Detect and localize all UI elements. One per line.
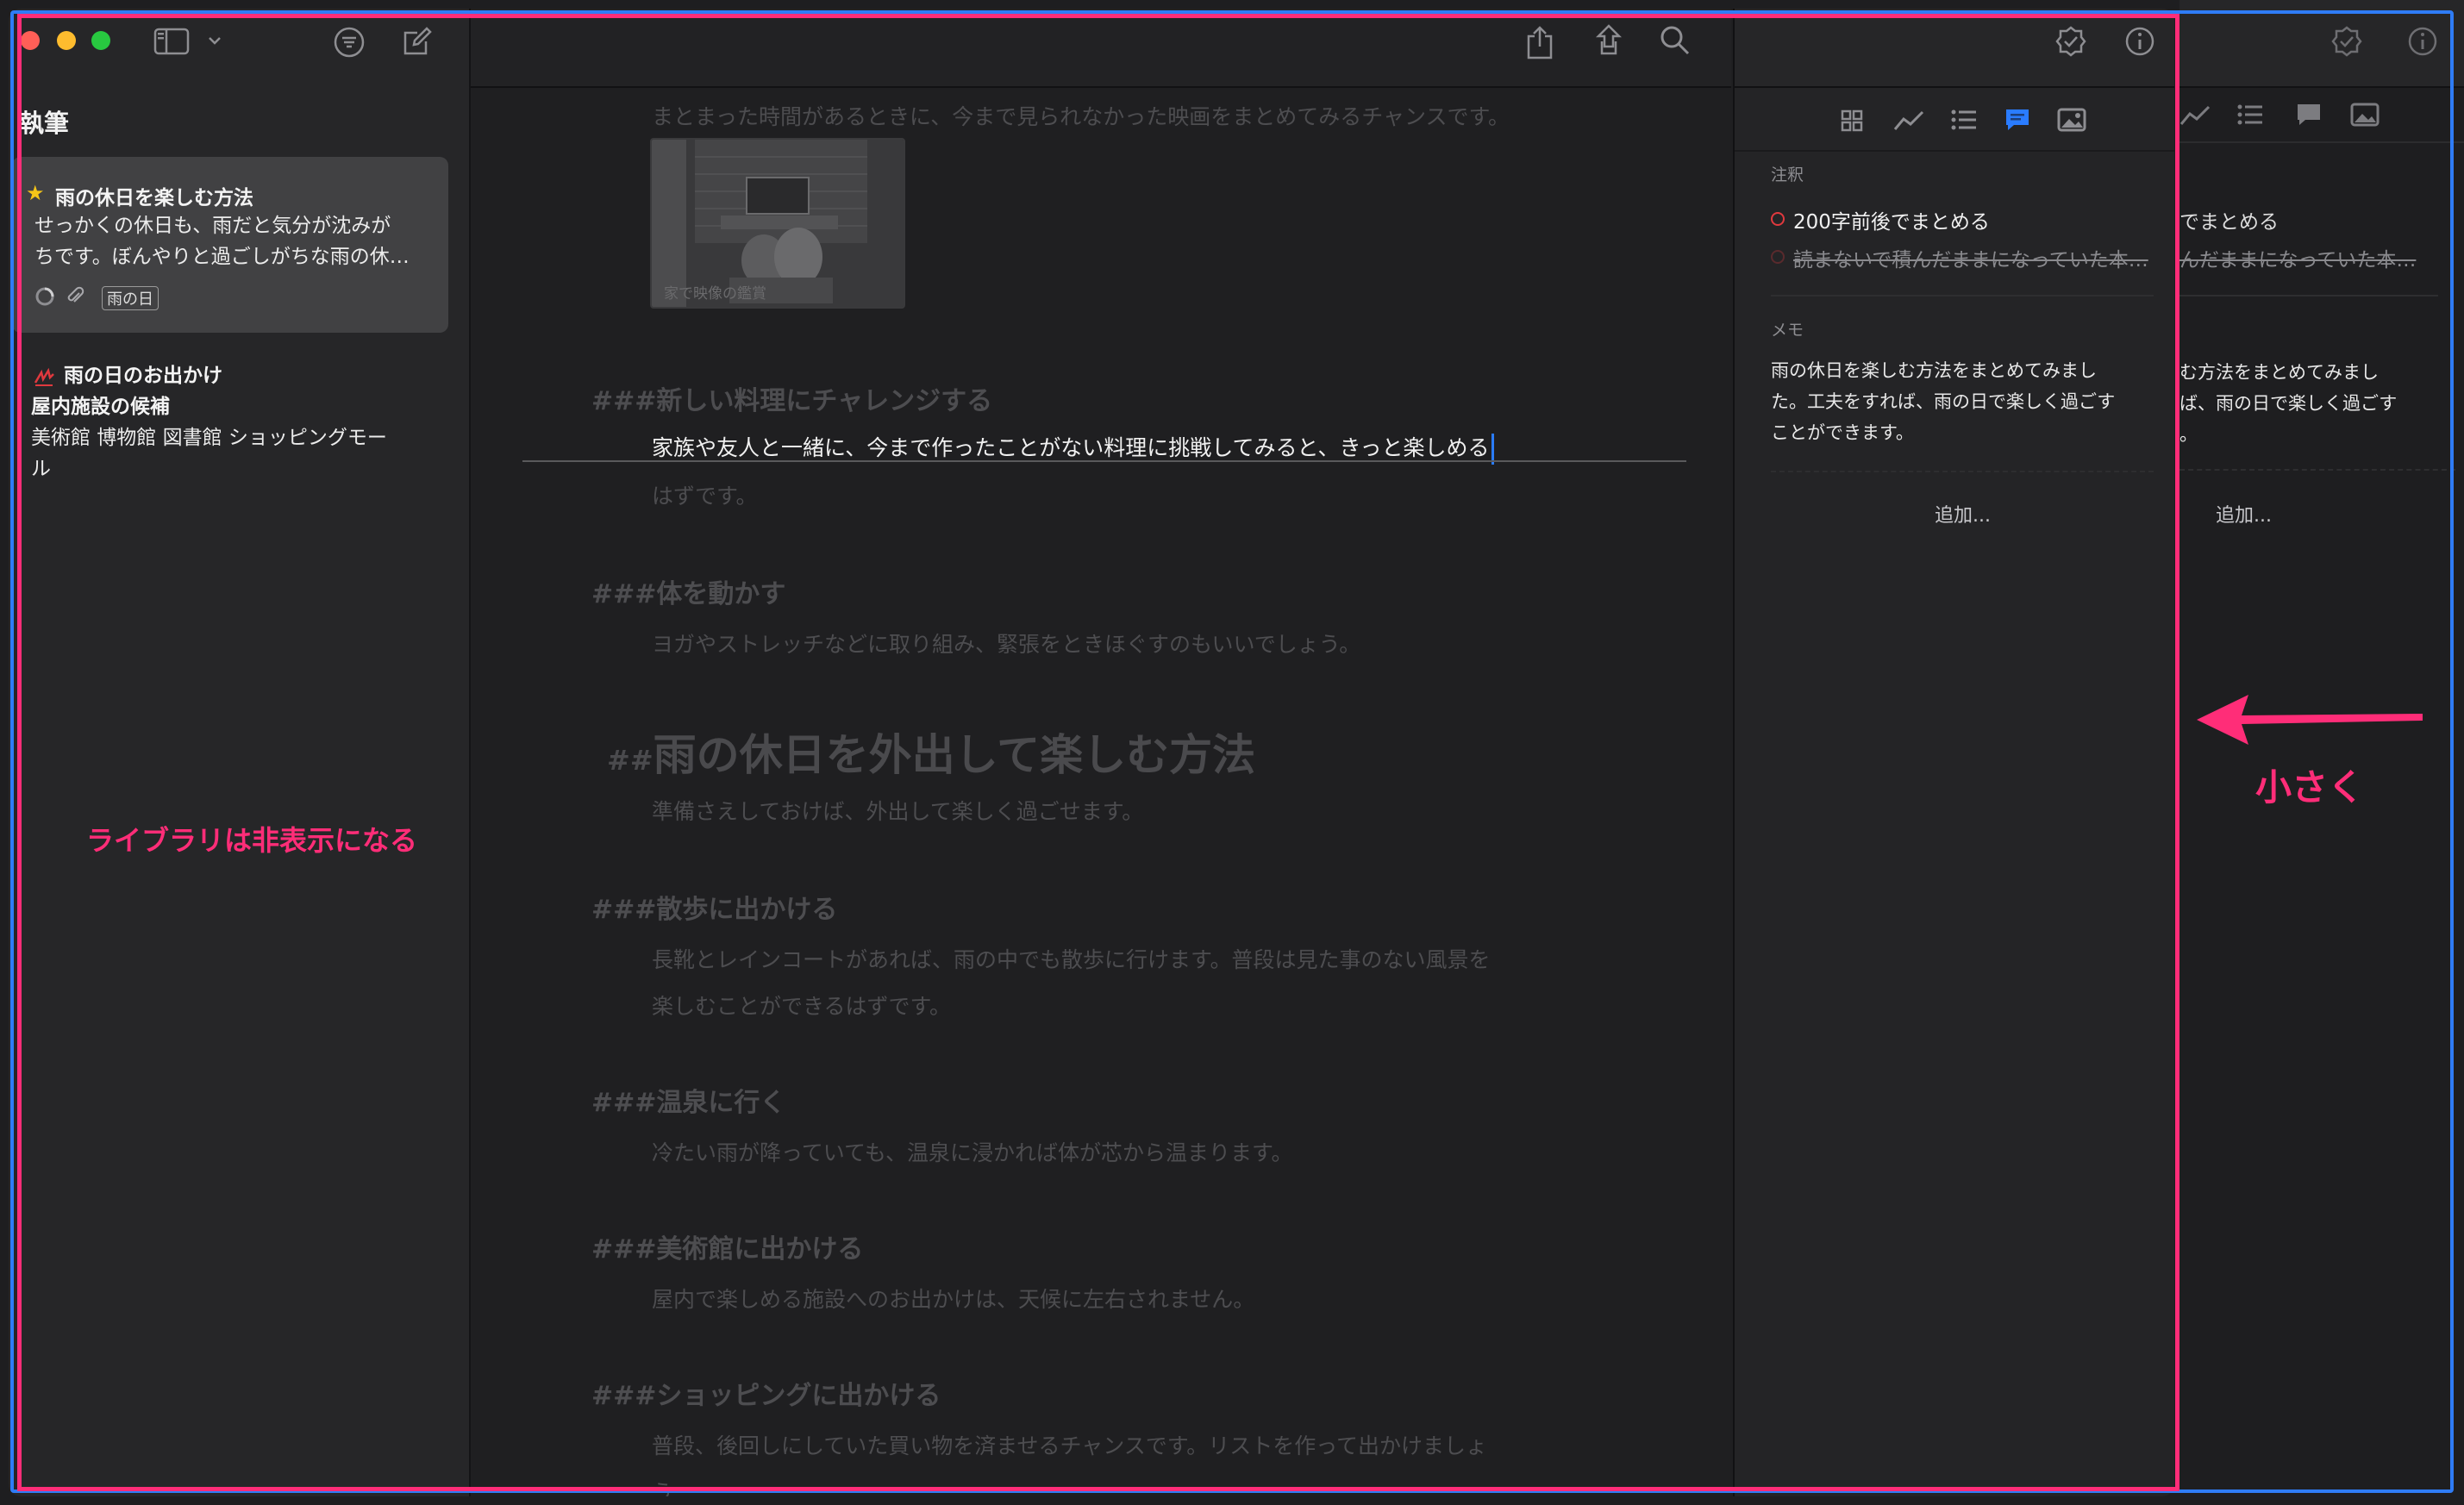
tag-badge[interactable]: 雨の日 [102, 286, 159, 310]
ghost-comment-icon [2298, 104, 2320, 125]
note-preview-2-cont: ル [31, 458, 51, 480]
library-hidden-annotation: ライブラリは非表示になる [86, 824, 418, 857]
sidebar-title: 執筆 [19, 109, 70, 138]
ghost-dashed-divider [2179, 469, 2455, 471]
section-heading: ###新しい料理にチャレンジする [591, 386, 993, 416]
paragraph: 長靴とレインコートがあれば、雨の中でも散歩に行けます。普段は見た事のない風景を [652, 947, 1491, 972]
section-heading: ###美術館に出かける [591, 1234, 864, 1265]
typewriter-focus-line [522, 460, 1686, 462]
note-subtitle-2: 屋内施設の候補 [31, 396, 170, 418]
ghost-info-icon [2408, 27, 2437, 56]
paragraph-continuation: 楽しむことができるはずです。 [652, 994, 952, 1019]
note-card[interactable]: 雨の日のお出かけ 屋内施設の候補 美術館 博物館 図書館 ショッピングモー ル [31, 360, 387, 484]
minimize-window-button[interactable] [57, 31, 76, 50]
tab-list-icon[interactable] [1950, 107, 1978, 133]
tab-chart-icon[interactable] [1893, 109, 1924, 133]
ghost-annotation-done: んだままになっていた本… [2179, 249, 2417, 272]
note-title-2: 雨の日のお出かけ [64, 365, 222, 387]
background-window-toolbar [2179, 0, 2464, 88]
progress-ring-icon [35, 287, 54, 306]
paragraph-continuation: う [652, 1480, 674, 1496]
memo-label: メモ [1771, 321, 1804, 340]
annotation-item[interactable]: 200字前後でまとめる [1793, 205, 1990, 234]
star-icon: ★ [26, 181, 45, 205]
share-icon[interactable] [1524, 24, 1555, 60]
smaller-annotation: 小さく [2255, 766, 2365, 809]
search-icon[interactable] [1659, 24, 1692, 57]
tab-grid-icon[interactable] [1840, 109, 1864, 133]
section-heading: ###ショッピングに出かける [591, 1381, 941, 1411]
annotation-status-icon-done[interactable] [1771, 250, 1785, 264]
sidebar-toggle-icon[interactable] [153, 28, 190, 55]
ghost-add-link: 追加... [2216, 505, 2272, 527]
divider [1771, 295, 2154, 297]
ghost-list-icon [2237, 104, 2262, 125]
intro-paragraph: まとまった時間があるときに、今まで見られなかった映画をまとめてみるチャンスです。 [652, 104, 1510, 129]
goal-badge-icon[interactable] [2054, 24, 2088, 59]
ghost-annotation-active: でまとめる [2179, 211, 2279, 234]
ghost-divider [2179, 295, 2438, 297]
chapter-heading: ##雨の休日を外出して楽しむ方法 [607, 730, 1256, 780]
app-window: 執筆 ★ 雨の休日を楽しむ方法 せっかくの休日も、雨だと気分が沈みが ちです。ぼ… [9, 9, 2174, 1496]
annotation-item-done[interactable]: 読まないで積んだままになっていた本… [1793, 243, 2148, 272]
annotation-status-icon[interactable] [1771, 212, 1785, 226]
section-heading: ###体を動かす [591, 579, 786, 609]
inspector-tabs [1735, 86, 2174, 152]
close-window-button[interactable] [21, 31, 40, 50]
paperclip-icon [67, 286, 84, 303]
paragraph-continuation: はずです。 [652, 484, 758, 509]
memo-text[interactable]: 雨の休日を楽しむ方法をまとめてみまし た。工夫をすれば、雨の日で楽しく過ごす こ… [1771, 355, 2115, 448]
chevron-down-icon[interactable] [207, 34, 222, 47]
paragraph: 冷たい雨が降っていても、温泉に浸かれば体が芯から温まります。 [652, 1140, 1293, 1165]
paragraph: 屋内で楽しめる施設へのお出かけは、天候に左右されません。 [652, 1287, 1255, 1312]
image-caption: 家で映像の鑑賞 [664, 285, 766, 303]
paragraph: 普段、後回しにしていた買い物を済ませるチャンスです。リストを作って出かけましょ [652, 1433, 1488, 1458]
note-title: 雨の休日を楽しむ方法 [55, 187, 253, 209]
tab-image-icon[interactable] [2057, 107, 2086, 133]
section-heading: ###温泉に行く [591, 1088, 786, 1118]
ghost-badge-check-icon [2331, 26, 2362, 57]
editor-toolbar [471, 9, 1731, 88]
inspector-toolbar [1735, 9, 2174, 88]
embedded-image[interactable]: 家で映像の鑑賞 [650, 138, 905, 309]
ghost-image-icon [2350, 103, 2380, 127]
note-card-selected[interactable]: ★ 雨の休日を楽しむ方法 せっかくの休日も、雨だと気分が沈みが ちです。ぼんやり… [12, 157, 448, 333]
inspector-pane: 注釈 200字前後でまとめる 読まないで積んだままになっていた本… メモ 雨の休… [1733, 9, 2174, 1496]
ghost-memo: む方法をまとめてみまし ば、雨の日で楽しく過ごす。 [2179, 362, 2398, 445]
editor-pane: まとまった時間があるときに、今まで見られなかった映画をまとめてみるチャンスです。… [471, 9, 1731, 1496]
compose-icon[interactable] [402, 26, 433, 57]
left-arrow-icon [2197, 695, 2423, 745]
ghost-chart-icon [2179, 105, 2211, 125]
tab-comment-icon-active[interactable] [2004, 107, 2031, 133]
dashed-divider [1771, 471, 2154, 472]
sidebar: 執筆 ★ 雨の休日を楽しむ方法 せっかくの休日も、雨だと気分が沈みが ちです。ぼ… [9, 9, 471, 1496]
paragraph: 準備さえしておけば、外出して楽しく過ごせます。 [652, 799, 1144, 824]
background-window-tabs [2179, 86, 2464, 143]
filter-icon[interactable] [333, 26, 366, 59]
add-memo-link[interactable]: 追加... [1935, 500, 1991, 528]
export-icon[interactable] [1593, 22, 1624, 59]
section-heading: ###散歩に出かける [591, 895, 838, 925]
info-icon[interactable] [2123, 24, 2157, 59]
note-preview: せっかくの休日も、雨だと気分が沈みが ちです。ぼんやりと過ごしがちな雨の休… [34, 215, 410, 268]
annotations-label: 注釈 [1771, 165, 1804, 184]
note-preview-2: 美術館 博物館 図書館 ショッピングモー [31, 427, 387, 449]
paragraph: ヨガやストレッチなどに取り組み、緊張をときほぐすのもいいでしょう。 [652, 632, 1361, 657]
zoom-window-button[interactable] [91, 31, 110, 50]
